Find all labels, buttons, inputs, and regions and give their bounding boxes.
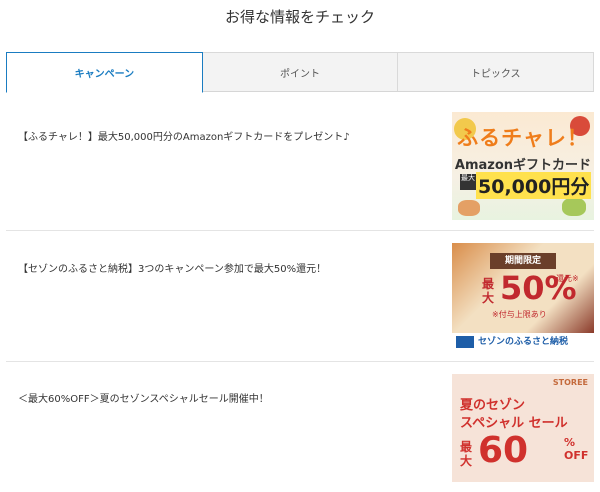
- banner-note: ※付与上限あり: [492, 310, 547, 319]
- tab-campaign[interactable]: キャンペーン: [6, 52, 203, 93]
- banner-suffix: 還元※: [556, 274, 579, 283]
- food-decoration: [458, 200, 480, 216]
- campaign-link[interactable]: 【セゾンのふるさと納税】3つのキャンペーン参加で最大50%還元！: [18, 260, 438, 275]
- banner-max-label: 最大: [460, 440, 473, 468]
- banner-footer-text: セゾンのふるさと納税: [478, 337, 569, 347]
- banner-tag: 期間限定: [490, 253, 556, 269]
- banner-amount: 50,000円分: [476, 172, 592, 199]
- list-item[interactable]: ＜最大60%OFF＞夏のセゾンスペシャルセール開催中！ STOREE 夏のセゾン…: [6, 362, 594, 492]
- campaign-banner-image[interactable]: ふるチャレ！ Amazonギフトカード 最大 50,000円分: [452, 112, 594, 220]
- banner-subline: Amazonギフトカード: [454, 158, 592, 173]
- banner-max-label: 最大: [482, 277, 495, 305]
- campaign-link[interactable]: ＜最大60%OFF＞夏のセゾンスペシャルセール開催中！: [18, 390, 438, 405]
- store-logo: STOREE: [552, 378, 588, 387]
- banner-percent: 60: [478, 430, 529, 471]
- tab-points[interactable]: ポイント: [201, 52, 399, 91]
- page-title: お得な情報をチェック: [224, 8, 375, 26]
- tab-bar: キャンペーン ポイント トピックス: [6, 52, 595, 93]
- banner-line1: 夏のセゾン: [460, 398, 526, 413]
- campaign-list: 【ふるチャレ！】最大50,000円分のAmazonギフトカードをプレゼント♪ ふ…: [6, 100, 594, 492]
- campaign-banner-image[interactable]: 期間限定 最大 50% 還元※ ※付与上限あり セゾンのふるさと納税: [452, 243, 594, 351]
- banner-off-label: % OFF: [564, 436, 589, 462]
- card-logo-icon: [456, 336, 474, 348]
- list-item[interactable]: 【セゾンのふるさと納税】3つのキャンペーン参加で最大50%還元！ 期間限定 最大…: [6, 231, 594, 362]
- banner-line2: スペシャル セール: [460, 416, 568, 431]
- tab-topics[interactable]: トピックス: [397, 52, 595, 91]
- banner-footer: セゾンのふるさと納税: [452, 333, 594, 351]
- list-item[interactable]: 【ふるチャレ！】最大50,000円分のAmazonギフトカードをプレゼント♪ ふ…: [6, 100, 594, 231]
- banner-badge: 最大: [460, 174, 476, 190]
- campaign-banner-image[interactable]: STOREE 夏のセゾン スペシャル セール 最大 60 % OFF: [452, 374, 594, 482]
- banner-headline: ふるチャレ！: [457, 126, 589, 150]
- food-decoration: [562, 198, 586, 216]
- campaign-link[interactable]: 【ふるチャレ！】最大50,000円分のAmazonギフトカードをプレゼント♪: [18, 128, 438, 143]
